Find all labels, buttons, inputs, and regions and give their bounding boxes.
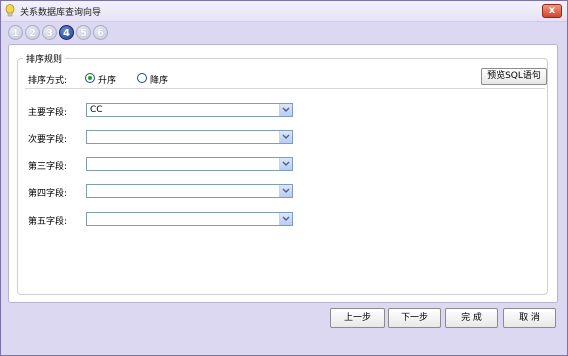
step-6[interactable]: 6 [93,25,108,40]
step-2[interactable]: 2 [25,25,40,40]
divider [25,88,545,89]
chevron-down-icon[interactable] [279,158,292,170]
chevron-down-icon[interactable] [279,185,292,197]
close-button[interactable]: x [542,4,562,18]
descending-label[interactable]: 降序 [150,73,168,86]
third-field-label: 第三字段: [28,162,68,172]
fifth-field-label: 第五字段: [28,217,68,227]
step-1[interactable]: 1 [8,25,23,40]
step-5[interactable]: 5 [76,25,91,40]
ascending-radio[interactable] [85,73,95,83]
step-4[interactable]: 4 [59,25,74,40]
step-3[interactable]: 3 [42,25,57,40]
primary-field-select[interactable]: CC [86,103,293,117]
chevron-down-icon[interactable] [279,213,292,225]
window-title: 关系数据库查询向导 [20,8,102,18]
sort-mode-label: 排序方式: [28,76,68,86]
group-title: 排序规则 [23,52,66,65]
app-icon [5,4,15,17]
chevron-down-icon[interactable] [279,104,292,116]
finish-button[interactable]: 完 成 [445,308,498,328]
sort-rules-group [17,58,548,295]
secondary-field-select[interactable] [86,130,293,144]
primary-field-label: 主要字段: [28,108,68,118]
third-field-select[interactable] [86,157,293,171]
fifth-field-select[interactable] [86,212,293,226]
next-step-button[interactable]: 下一步 [388,308,441,328]
chevron-down-icon[interactable] [279,131,292,143]
title-bar: 关系数据库查询向导 x [1,1,567,22]
cancel-button[interactable]: 取 消 [503,308,556,328]
radio-selected-dot [88,76,92,80]
fourth-field-select[interactable] [86,184,293,198]
primary-field-value: CC [90,105,103,115]
close-icon: x [548,5,556,16]
ascending-label[interactable]: 升序 [98,73,116,86]
preview-sql-button[interactable]: 预览SQL语句 [481,68,547,85]
descending-radio[interactable] [137,73,147,83]
secondary-field-label: 次要字段: [28,135,68,145]
prev-step-button[interactable]: 上一步 [330,308,385,328]
fourth-field-label: 第四字段: [28,189,68,199]
wizard-window: 关系数据库查询向导 x 1 2 3 4 5 6 排序规则 排序方式: 升序 降序… [0,0,568,356]
